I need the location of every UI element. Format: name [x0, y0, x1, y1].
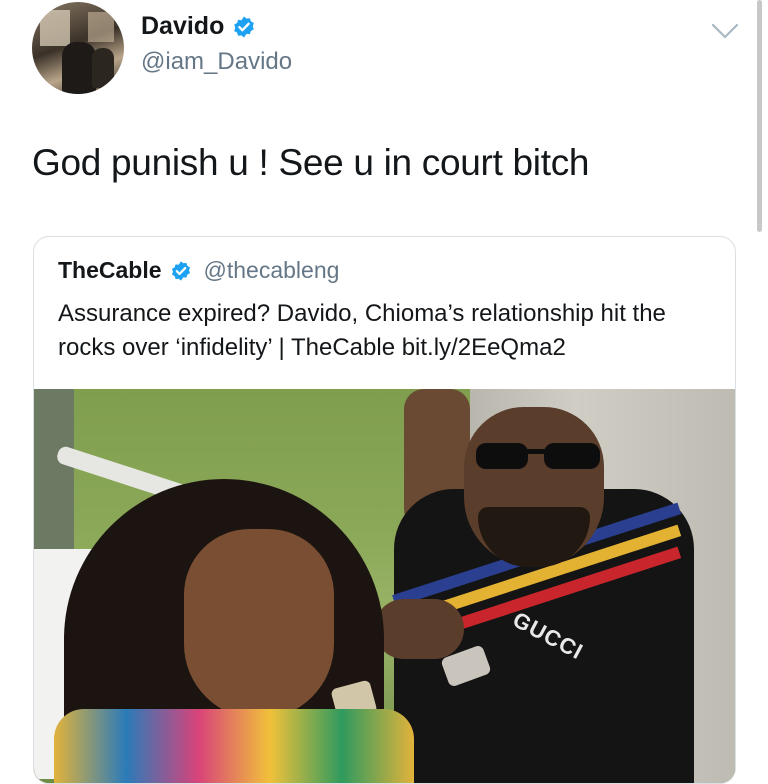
tweet-text: God punish u ! See u in court bitch: [32, 142, 590, 183]
photo-man-hand: [374, 599, 464, 659]
author-name-row[interactable]: Davido: [141, 12, 256, 41]
author-avatar[interactable]: [32, 2, 124, 94]
quoted-author-name: TheCable: [58, 257, 162, 283]
avatar-background: [40, 10, 70, 46]
tweet-card[interactable]: Davido @iam_Davido God punish u ! See u …: [0, 0, 768, 784]
quoted-tweet-photo[interactable]: GUCCI: [34, 389, 735, 783]
chevron-down-icon[interactable]: [710, 20, 740, 42]
avatar-background-window: [88, 12, 114, 42]
author-name[interactable]: Davido: [141, 12, 224, 41]
quoted-tweet-header: TheCable @thecableng: [58, 257, 339, 284]
photo-woman-face: [184, 529, 334, 719]
quoted-author-handle: @thecableng: [203, 257, 340, 283]
quoted-tweet-text: Assurance expired? Davido, Chioma’s rela…: [58, 300, 666, 361]
verified-badge-icon: [171, 260, 190, 281]
verified-badge-icon: [234, 16, 255, 37]
photo-woman-dress: [54, 709, 414, 783]
avatar-figure: [62, 42, 96, 94]
quoted-tweet[interactable]: TheCable @thecableng Assurance expired? …: [33, 236, 736, 784]
scrollbar[interactable]: [757, 0, 762, 232]
photo-pole: [34, 389, 74, 549]
avatar-figure-secondary: [92, 48, 114, 88]
sunglasses-icon: [476, 443, 600, 469]
author-handle[interactable]: @iam_Davido: [141, 48, 292, 76]
